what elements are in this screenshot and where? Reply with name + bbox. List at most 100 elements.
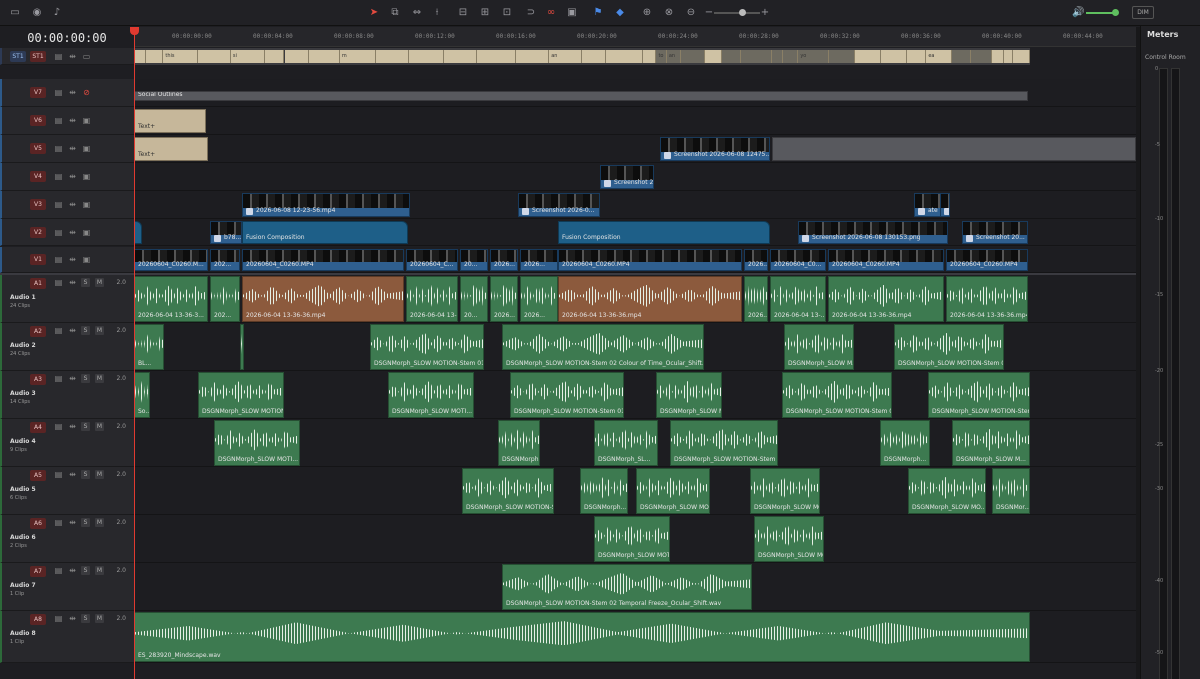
video-clip[interactable]: b78... (210, 221, 242, 244)
audio-clip[interactable]: 2026... (490, 276, 518, 322)
subtitle-clip[interactable]: ea (926, 50, 953, 63)
replace-clip-icon[interactable]: ⊡ (500, 6, 514, 20)
track-id[interactable]: A8 (30, 614, 46, 625)
subtitle-clip[interactable] (476, 50, 517, 63)
solo-button[interactable]: S (81, 326, 90, 335)
video-clip[interactable]: 20... (460, 249, 488, 271)
subtitle-clip[interactable] (516, 50, 550, 63)
audio-clip[interactable]: 2026... (520, 276, 558, 322)
audio-clip[interactable]: 202... (210, 276, 240, 322)
subtitle-clip[interactable]: an (549, 50, 583, 63)
auto-select-icon[interactable]: ⇹ (68, 374, 77, 383)
solo-button[interactable]: S (81, 422, 90, 431)
solo-button[interactable]: S (81, 518, 90, 527)
audio-clip[interactable]: 2026-06-04 13-36-3... (134, 276, 208, 322)
subtitle-clip[interactable] (284, 50, 309, 63)
playhead-handle[interactable] (130, 27, 139, 35)
auto-select-icon[interactable]: ⇹ (68, 566, 77, 575)
subtitle-clip[interactable] (146, 50, 164, 63)
track-id[interactable]: A4 (30, 422, 46, 433)
video-track-v4[interactable]: Screenshot 2... (134, 163, 1136, 191)
lock-icon[interactable]: ▤ (54, 470, 63, 479)
dim-button[interactable]: DIM (1132, 6, 1154, 19)
track-volume[interactable]: 2.0 (116, 567, 126, 574)
track-id[interactable]: A5 (30, 470, 46, 481)
subtitle-clip[interactable] (443, 50, 477, 63)
audio-track-a5[interactable]: DSGNMorph_SLOW MOTION-St... DSGNMorph... D… (134, 467, 1136, 515)
video-clip[interactable]: Social Outlines (134, 91, 1028, 101)
video-clip[interactable]: Screenshot 2026-0... (518, 193, 600, 217)
subtitle-clip[interactable] (722, 50, 742, 63)
lock-icon[interactable]: ▤ (54, 88, 63, 97)
video-track-v6[interactable]: Text+ (134, 107, 1136, 135)
auto-select-icon[interactable]: ⇹ (68, 614, 77, 623)
text-clip[interactable]: Text+ (134, 109, 206, 133)
audio-track-a8[interactable]: ES_283920_Mindscape.wav (134, 611, 1136, 663)
auto-select-icon[interactable]: ⇹ (68, 52, 77, 61)
track-id[interactable]: A1 (30, 278, 46, 289)
track-volume[interactable]: 2.0 (116, 423, 126, 430)
video-clip[interactable]: 20260604_C0260.MP4 (828, 249, 944, 271)
zoom-slider-handle[interactable] (739, 9, 746, 16)
subtitle-clip[interactable] (198, 50, 231, 63)
track-id[interactable]: A2 (30, 326, 46, 337)
fusion-clip[interactable] (134, 221, 142, 244)
subtitle-clip[interactable] (952, 50, 972, 63)
audio-clip[interactable]: DSGNMorph_SLOW M... (952, 420, 1030, 466)
audio-clip[interactable]: DSGNMorph_SLOW MOT... (754, 516, 824, 562)
eye-icon[interactable]: ◉ (30, 6, 44, 20)
linked-selection-icon[interactable]: ∞ (545, 6, 557, 20)
subtitle-clip[interactable] (308, 50, 340, 63)
lock-icon[interactable]: ▤ (54, 278, 63, 287)
track-id[interactable]: A6 (30, 518, 46, 529)
mute-button[interactable]: M (95, 422, 104, 431)
subtitle-clip[interactable] (772, 50, 783, 63)
subtitle-clip[interactable] (409, 50, 444, 63)
audio-clip[interactable]: DSGNMorph_SLOW MOTION-Stem 0... (670, 420, 778, 466)
audio-clip[interactable]: DSGNMor... (992, 468, 1030, 514)
audio-track-a4[interactable]: DSGNMorph_SLOW MOTI... DSGNMorph... DSGNMo… (134, 419, 1136, 467)
track-id[interactable]: V3 (30, 199, 46, 210)
audio-clip[interactable]: DSGNMorph_SLOW MOTION-St... (462, 468, 554, 514)
lock-icon[interactable]: ▤ (54, 228, 63, 237)
track-id[interactable]: V1 (30, 254, 46, 265)
solo-button[interactable]: S (81, 614, 90, 623)
auto-select-icon[interactable]: ⇹ (68, 228, 77, 237)
lock-icon[interactable]: ▤ (54, 172, 63, 181)
audio-clip[interactable]: DSGNMorph_SLOW MOTION-Stem 01 ... (370, 324, 484, 370)
subtitle-clip[interactable] (782, 50, 799, 63)
lock-icon[interactable]: ▤ (54, 255, 63, 264)
audio-clip[interactable]: 2026... (744, 276, 768, 322)
solo-button[interactable]: S (81, 566, 90, 575)
caption-icon[interactable]: ▭ (82, 52, 91, 61)
video-clip[interactable]: 20260604_C... (406, 249, 458, 271)
lock-icon[interactable]: ▤ (54, 614, 63, 623)
video-track-v7[interactable]: Social Outlines (134, 79, 1136, 107)
subtitle-clip[interactable] (992, 50, 1005, 63)
insert-clip-icon[interactable]: ⊟ (456, 6, 470, 20)
text-clip[interactable]: Text+ (134, 137, 208, 161)
video-clip[interactable]: 20260604_C0260.MP4 (558, 249, 742, 271)
audio-clip[interactable]: 2026-06-04 13-36-36.mp4 (558, 276, 742, 322)
audio-clip[interactable]: 2026-06-04 13-... (770, 276, 826, 322)
video-toggle-icon[interactable]: ▣ (82, 200, 91, 209)
solo-button[interactable]: S (81, 374, 90, 383)
video-clip[interactable]: 20260604_C0... (770, 249, 826, 271)
audio-clip[interactable] (240, 324, 244, 370)
subtitle-clip[interactable]: si (230, 50, 266, 63)
time-ruler[interactable]: 00:00:00:00 00:00:04:00 00:00:08:00 00:00:1… (134, 27, 1136, 47)
position-lock-icon[interactable]: ▣ (566, 6, 578, 20)
video-toggle-icon[interactable]: ▣ (82, 144, 91, 153)
video-track-v1[interactable]: 20260604_C0260.M... 202... 20260604_C0260.… (134, 247, 1136, 273)
track-id[interactable]: V7 (30, 87, 46, 98)
audio-clip[interactable]: BL... (134, 324, 164, 370)
lock-icon[interactable]: ▤ (54, 52, 63, 61)
zoom-detail-icon[interactable]: ⊗ (662, 6, 676, 20)
fusion-clip[interactable]: Fusion Composition (558, 221, 770, 244)
subtitle-track-tag[interactable]: ST1 (10, 51, 26, 62)
subtitle-clip[interactable] (134, 50, 147, 63)
audio-clip[interactable]: 20... (460, 276, 488, 322)
subtitle-clip[interactable] (1012, 50, 1031, 63)
video-clip[interactable]: 20260604_C0260.M... (134, 249, 208, 271)
subtitle-clip[interactable]: to (656, 50, 667, 63)
